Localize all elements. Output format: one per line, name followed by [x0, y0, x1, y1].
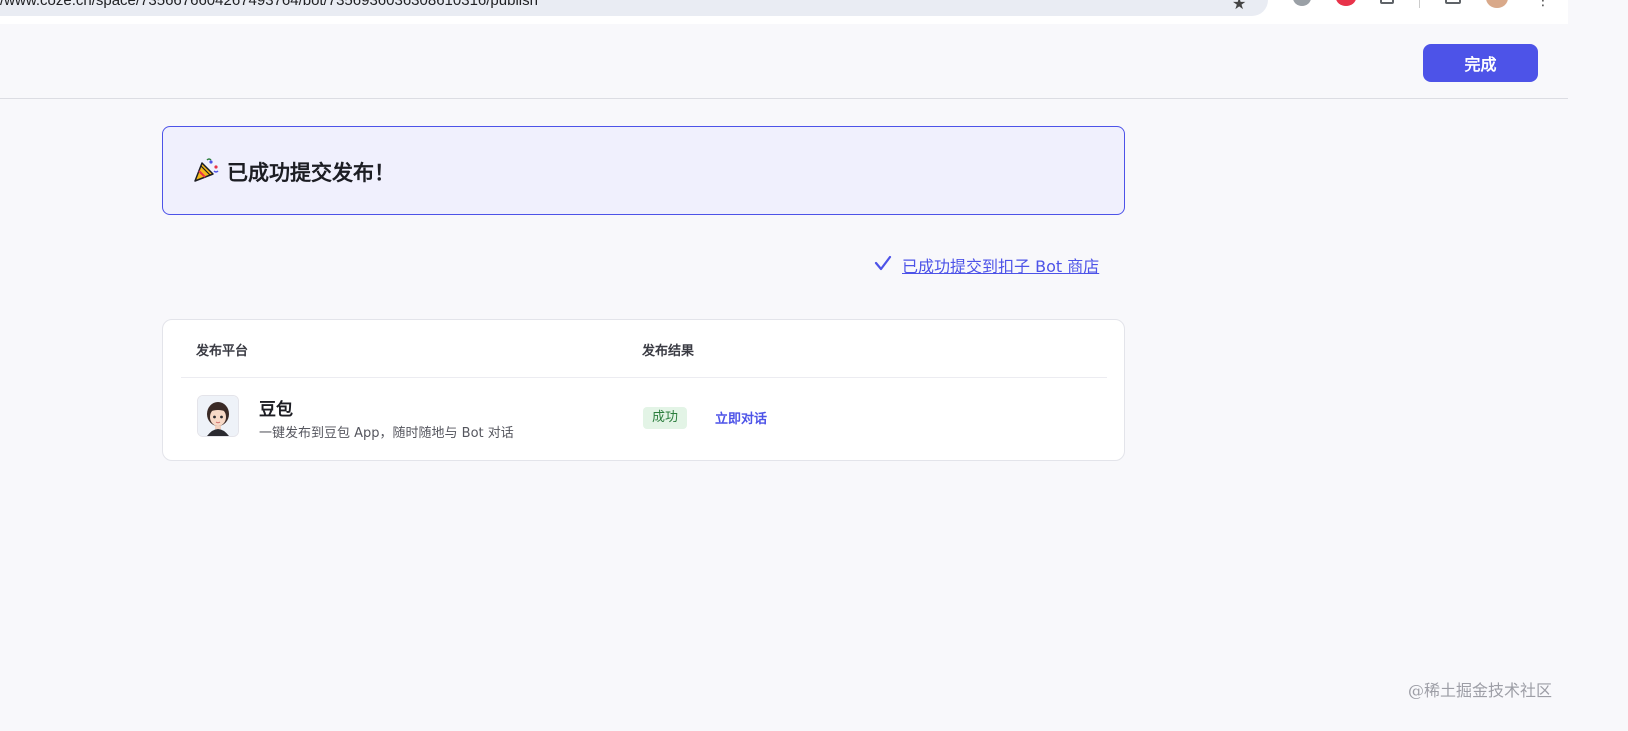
extension-red-icon[interactable]	[1336, 0, 1356, 6]
browser-menu-icon[interactable]: ⋮	[1536, 0, 1550, 8]
table-divider	[181, 377, 1107, 378]
page-header: 完成	[0, 24, 1568, 99]
chat-now-link[interactable]: 立即对话	[715, 408, 767, 427]
column-header-platform: 发布平台	[196, 344, 249, 359]
column-header-result: 发布结果	[642, 344, 695, 359]
watermark: @稀土掘金技术社区	[1408, 681, 1553, 700]
side-panel-icon[interactable]	[1445, 0, 1461, 4]
done-button[interactable]: 完成	[1423, 44, 1538, 82]
bookmark-star-icon[interactable]: ★	[1232, 0, 1246, 13]
success-banner: 已成功提交发布！	[162, 126, 1125, 215]
address-bar[interactable]: /www.coze.cn/space/7356676604267493764/b…	[0, 0, 1268, 16]
publish-platform-table: 发布平台 发布结果 豆包 一键发布到豆包 App，随时随地与 Bot 对话 成功…	[162, 319, 1125, 461]
toolbar-divider	[1419, 0, 1420, 8]
platform-description: 一键发布到豆包 App，随时随地与 Bot 对话	[259, 426, 514, 441]
bot-store-link[interactable]: 已成功提交到扣子 Bot 商店	[902, 253, 1099, 277]
profile-avatar-icon[interactable]	[1486, 0, 1508, 8]
extensions-puzzle-icon[interactable]	[1380, 0, 1394, 4]
address-bar-url[interactable]: /www.coze.cn/space/7356676604267493764/b…	[0, 0, 538, 9]
browser-toolbar: /www.coze.cn/space/7356676604267493764/b…	[0, 0, 1568, 24]
extension-icon[interactable]	[1293, 0, 1311, 6]
platform-name: 豆包	[259, 400, 293, 420]
doubao-avatar-icon	[198, 396, 238, 436]
party-popper-icon	[194, 158, 219, 182]
check-icon	[874, 255, 892, 271]
status-badge: 成功	[643, 407, 688, 429]
banner-title: 已成功提交发布！	[227, 161, 395, 185]
platform-avatar	[197, 395, 239, 437]
